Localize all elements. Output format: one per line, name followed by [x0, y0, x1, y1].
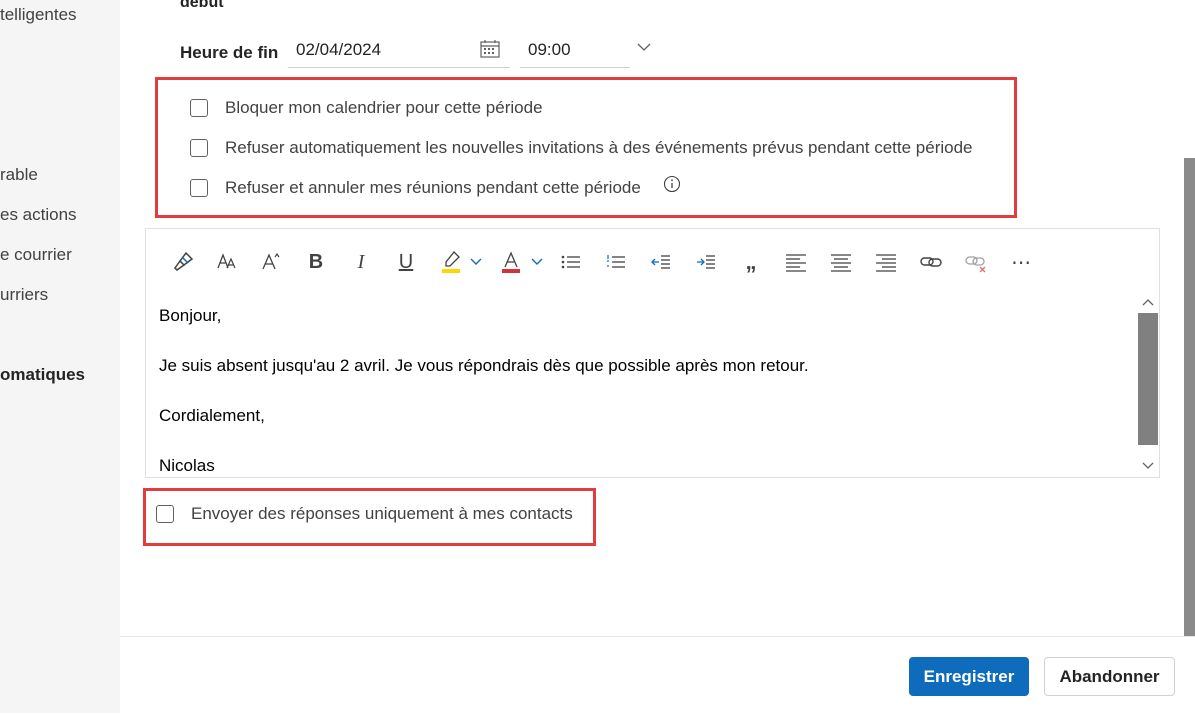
automatic-replies-panel: début Heure de fin 02/04/2024 09:00 Bloq… — [120, 0, 1195, 714]
editor-scrollbar-thumb[interactable] — [1138, 313, 1158, 445]
font-size-button[interactable] — [212, 247, 242, 277]
end-date-field[interactable]: 02/04/2024 — [288, 32, 510, 68]
calendar-icon[interactable] — [480, 40, 500, 58]
align-center-icon — [831, 254, 851, 272]
increase-indent-button[interactable] — [691, 247, 721, 277]
save-button[interactable]: Enregistrer — [909, 657, 1029, 696]
decline-new-label: Refuser automatiquement les nouvelles in… — [225, 138, 973, 157]
font-color-button[interactable] — [496, 247, 526, 277]
end-date-value: 02/04/2024 — [296, 40, 382, 59]
body-line-greeting: Bonjour, — [159, 306, 222, 325]
align-right-icon — [876, 254, 896, 272]
decline-new-checkbox[interactable] — [190, 139, 208, 157]
change-case-button[interactable] — [256, 247, 286, 277]
message-editor[interactable]: B I U „ ⋯ Bonjour, Je suis absent jusqu'… — [145, 228, 1160, 478]
font-color-chevron-icon[interactable] — [530, 256, 544, 268]
highlighter-icon — [442, 251, 460, 273]
block-calendar-label: Bloquer mon calendrier pour cette périod… — [225, 98, 543, 117]
footer-bar: Enregistrer Abandonner — [120, 636, 1195, 714]
align-left-button[interactable] — [781, 247, 811, 277]
insert-link-button[interactable] — [916, 247, 946, 277]
quote-button[interactable]: „ — [736, 247, 766, 277]
align-center-button[interactable] — [826, 247, 856, 277]
highlight-button[interactable] — [436, 247, 466, 277]
start-time-label: début — [180, 0, 224, 11]
decline-cancel-checkbox[interactable] — [190, 179, 208, 197]
chevron-down-icon[interactable] — [636, 40, 652, 54]
increase-indent-icon — [697, 255, 715, 269]
paintbrush-icon — [174, 251, 194, 271]
italic-button[interactable]: I — [346, 247, 376, 277]
block-calendar-checkbox[interactable] — [190, 99, 208, 117]
end-time-label: Heure de fin — [180, 43, 279, 62]
sidebar-item-automatic-replies[interactable]: omatiques — [0, 365, 85, 385]
contacts-only-label: Envoyer des réponses uniquement à mes co… — [191, 504, 573, 523]
scroll-down-icon[interactable] — [1142, 461, 1154, 471]
change-case-icon — [262, 252, 280, 270]
bullets-button[interactable] — [556, 247, 586, 277]
align-right-button[interactable] — [871, 247, 901, 277]
info-icon[interactable] — [663, 175, 681, 193]
bold-button[interactable]: B — [301, 247, 331, 277]
scroll-up-icon[interactable] — [1142, 297, 1154, 307]
font-color-icon — [502, 251, 520, 273]
panel-scrollbar-thumb[interactable] — [1184, 158, 1195, 636]
discard-button[interactable]: Abandonner — [1044, 657, 1175, 696]
sidebar-item-smart[interactable]: telligentes — [0, 5, 77, 25]
contacts-only-checkbox[interactable] — [156, 505, 174, 523]
highlight-chevron-icon[interactable] — [469, 256, 483, 268]
decrease-indent-icon — [651, 255, 670, 269]
decline-cancel-label: Refuser et annuler mes réunions pendant … — [225, 178, 641, 197]
sidebar-item-rable[interactable]: rable — [0, 165, 38, 185]
bullet-list-icon — [561, 255, 580, 269]
numbering-button[interactable] — [601, 247, 631, 277]
align-left-icon — [786, 254, 806, 272]
end-time-field[interactable]: 09:00 — [520, 32, 630, 68]
body-line-signature: Nicolas — [159, 456, 215, 475]
more-options-button[interactable]: ⋯ — [1006, 247, 1036, 277]
body-line-message: Je suis absent jusqu'au 2 avril. Je vous… — [159, 356, 809, 375]
underline-button[interactable]: U — [391, 247, 421, 277]
body-line-closing: Cordialement, — [159, 406, 265, 425]
format-painter-button[interactable] — [168, 247, 198, 277]
sidebar-item-mails[interactable]: urriers — [0, 285, 48, 305]
link-icon — [920, 257, 942, 267]
sidebar-item-mail[interactable]: e courrier — [0, 245, 72, 265]
font-size-icon — [217, 253, 236, 269]
end-time-value: 09:00 — [528, 40, 571, 59]
numbered-list-icon — [607, 255, 625, 268]
settings-sidebar: telligentes rable es actions e courrier … — [0, 0, 120, 713]
decrease-indent-button[interactable] — [646, 247, 676, 277]
sidebar-item-actions[interactable]: es actions — [0, 205, 77, 225]
unlink-icon — [965, 256, 986, 273]
remove-link-button[interactable] — [961, 247, 991, 277]
